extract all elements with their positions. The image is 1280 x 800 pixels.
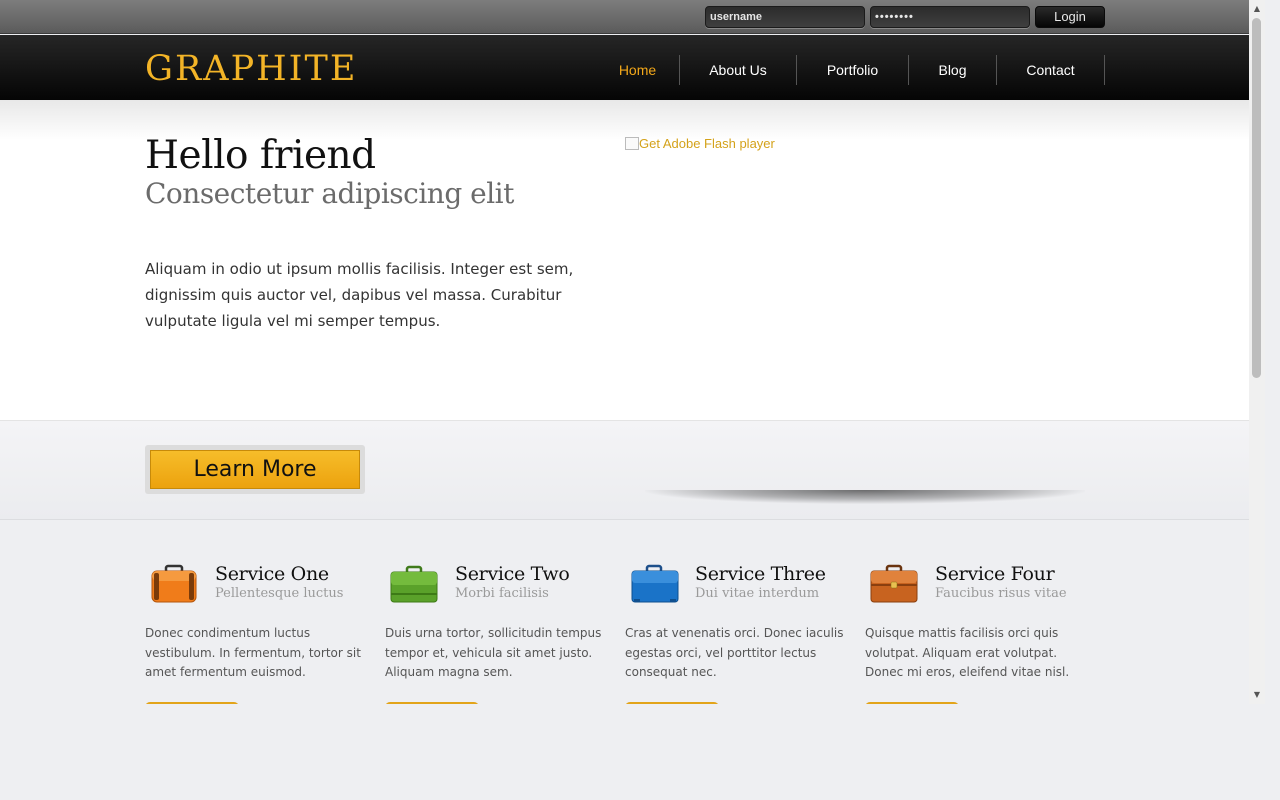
- empty-canvas-area: [0, 704, 1280, 800]
- learn-more-button[interactable]: Learn More: [150, 450, 360, 489]
- service-text: Donec condimentum luctus vestibulum. In …: [145, 626, 361, 679]
- slider-shadow: [645, 490, 1085, 504]
- green-briefcase-icon: [390, 565, 438, 603]
- service-subtitle: Faucibus risus vitae: [935, 586, 1067, 601]
- nav-item-blog[interactable]: Blog: [909, 55, 997, 85]
- service-text: Duis urna tortor, sollicitudin tempus te…: [385, 626, 602, 679]
- service-subtitle: Pellentesque luctus: [215, 586, 344, 601]
- service-subtitle: Dui vitae interdum: [695, 586, 820, 601]
- hero-text: Aliquam in odio ut ipsum mollis facilisi…: [145, 260, 574, 330]
- hero-subtitle: Consectetur adipiscing elit: [145, 177, 514, 210]
- blue-briefcase-icon: [631, 564, 679, 603]
- scroll-down-arrow-icon[interactable]: ▼: [1252, 690, 1262, 700]
- vertical-scrollbar[interactable]: ▲ ▼: [1249, 0, 1265, 704]
- nav-item-portfolio[interactable]: Portfolio: [797, 55, 909, 85]
- service-subtitle: Morbi facilisis: [455, 586, 549, 601]
- learn-more-frame: Learn More: [145, 445, 365, 494]
- password-input[interactable]: ••••••••: [870, 6, 1030, 28]
- scrollbar-thumb[interactable]: [1252, 18, 1261, 378]
- scroll-up-arrow-icon[interactable]: ▲: [1252, 4, 1262, 14]
- nav-item-contact[interactable]: Contact: [997, 55, 1105, 85]
- service-title: Service Four: [935, 563, 1055, 585]
- service-title: Service One: [215, 563, 329, 585]
- hero-title: Hello friend: [145, 133, 376, 178]
- flash-player-link[interactable]: Get Adobe Flash player: [625, 136, 775, 151]
- service-text: Cras at venenatis orci. Donec iaculis eg…: [625, 626, 844, 679]
- login-bar: username •••••••• Login: [0, 0, 1249, 34]
- login-button[interactable]: Login: [1035, 6, 1105, 28]
- brown-briefcase-icon: [870, 564, 918, 603]
- page-viewport: username •••••••• Login GRAPHITE Home Ab…: [0, 0, 1249, 704]
- service-title: Service Two: [455, 563, 570, 585]
- nav-item-about-us[interactable]: About Us: [680, 55, 797, 85]
- nav-item-home[interactable]: Home: [596, 55, 680, 85]
- services-section: Service One Pellentesque luctus Donec co…: [0, 520, 1249, 704]
- broken-image-icon: [625, 137, 639, 150]
- username-input[interactable]: username: [705, 6, 865, 28]
- site-header: GRAPHITE Home About Us Portfolio Blog Co…: [0, 35, 1249, 100]
- flash-player-alt-text: Get Adobe Flash player: [639, 136, 775, 151]
- orange-suitcase-icon: [151, 564, 197, 603]
- service-title: Service Three: [695, 563, 826, 585]
- site-logo[interactable]: GRAPHITE: [145, 49, 357, 89]
- cta-strip: Learn More: [0, 421, 1249, 520]
- hero-section: Hello friend Consectetur adipiscing elit…: [0, 100, 1249, 421]
- main-nav: Home About Us Portfolio Blog Contact: [596, 55, 1105, 85]
- service-text: Quisque mattis facilisis orci quis volut…: [865, 626, 1070, 679]
